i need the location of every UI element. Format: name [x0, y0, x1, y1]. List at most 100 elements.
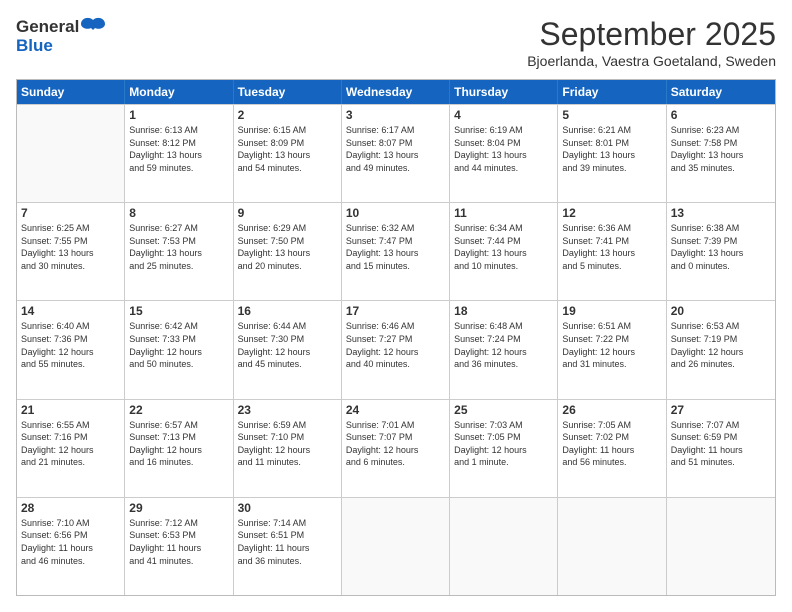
day-info: Sunrise: 6:48 AM Sunset: 7:24 PM Dayligh… — [454, 320, 553, 370]
day-info: Sunrise: 6:32 AM Sunset: 7:47 PM Dayligh… — [346, 222, 445, 272]
calendar-cell: 7Sunrise: 6:25 AM Sunset: 7:55 PM Daylig… — [17, 203, 125, 300]
day-info: Sunrise: 7:05 AM Sunset: 7:02 PM Dayligh… — [562, 419, 661, 469]
calendar-cell: 22 Sunrise: 6:57 AM Sunset: 7:13 PM Dayli… — [125, 400, 233, 497]
calendar-row: 1Sunrise: 6:13 AM Sunset: 8:12 PM Daylig… — [17, 104, 775, 202]
calendar-cell: 10 Sunrise: 6:32 AM Sunset: 7:47 PM Dayli… — [342, 203, 450, 300]
location: Bjoerlanda, Vaestra Goetaland, Sweden — [527, 53, 776, 69]
calendar: SundayMondayTuesdayWednesdayThursdayFrid… — [16, 79, 776, 596]
calendar-header-cell: Friday — [558, 80, 666, 104]
day-number: 11 — [454, 206, 553, 220]
logo-blue: Blue — [16, 36, 53, 56]
calendar-cell: 16Sunrise: 6:44 AM Sunset: 7:30 PM Dayli… — [234, 301, 342, 398]
day-number: 25 — [454, 403, 553, 417]
day-info: Sunrise: 6:46 AM Sunset: 7:27 PM Dayligh… — [346, 320, 445, 370]
day-info: Sunrise: 6:17 AM Sunset: 8:07 PM Dayligh… — [346, 124, 445, 174]
calendar-cell: 1Sunrise: 6:13 AM Sunset: 8:12 PM Daylig… — [125, 105, 233, 202]
header: General Blue September 2025 Bjoerlanda, … — [16, 16, 776, 69]
day-info: Sunrise: 6:38 AM Sunset: 7:39 PM Dayligh… — [671, 222, 771, 272]
calendar-cell: 24Sunrise: 7:01 AM Sunset: 7:07 PM Dayli… — [342, 400, 450, 497]
calendar-cell: 17Sunrise: 6:46 AM Sunset: 7:27 PM Dayli… — [342, 301, 450, 398]
day-info: Sunrise: 6:21 AM Sunset: 8:01 PM Dayligh… — [562, 124, 661, 174]
day-info: Sunrise: 6:57 AM Sunset: 7:13 PM Dayligh… — [129, 419, 228, 469]
calendar-row: 14 Sunrise: 6:40 AM Sunset: 7:36 PM Dayli… — [17, 300, 775, 398]
day-number: 19 — [562, 304, 661, 318]
day-info: Sunrise: 6:23 AM Sunset: 7:58 PM Dayligh… — [671, 124, 771, 174]
day-info: Sunrise: 6:36 AM Sunset: 7:41 PM Dayligh… — [562, 222, 661, 272]
day-number: 24 — [346, 403, 445, 417]
calendar-cell: 12Sunrise: 6:36 AM Sunset: 7:41 PM Dayli… — [558, 203, 666, 300]
calendar-cell: 18 Sunrise: 6:48 AM Sunset: 7:24 PM Dayli… — [450, 301, 558, 398]
calendar-cell — [558, 498, 666, 595]
calendar-cell: 11 Sunrise: 6:34 AM Sunset: 7:44 PM Dayli… — [450, 203, 558, 300]
calendar-cell: 23 Sunrise: 6:59 AM Sunset: 7:10 PM Dayli… — [234, 400, 342, 497]
day-number: 6 — [671, 108, 771, 122]
day-info: Sunrise: 7:14 AM Sunset: 6:51 PM Dayligh… — [238, 517, 337, 567]
day-number: 8 — [129, 206, 228, 220]
calendar-header-cell: Thursday — [450, 80, 558, 104]
calendar-cell: 21 Sunrise: 6:55 AM Sunset: 7:16 PM Dayli… — [17, 400, 125, 497]
day-info: Sunrise: 6:42 AM Sunset: 7:33 PM Dayligh… — [129, 320, 228, 370]
calendar-cell: 15Sunrise: 6:42 AM Sunset: 7:33 PM Dayli… — [125, 301, 233, 398]
day-number: 7 — [21, 206, 120, 220]
calendar-cell: 27 Sunrise: 7:07 AM Sunset: 6:59 PM Dayli… — [667, 400, 775, 497]
day-number: 23 — [238, 403, 337, 417]
day-info: Sunrise: 6:34 AM Sunset: 7:44 PM Dayligh… — [454, 222, 553, 272]
calendar-cell: 14 Sunrise: 6:40 AM Sunset: 7:36 PM Dayli… — [17, 301, 125, 398]
day-number: 20 — [671, 304, 771, 318]
calendar-header-cell: Monday — [125, 80, 233, 104]
calendar-header-cell: Wednesday — [342, 80, 450, 104]
day-info: Sunrise: 7:10 AM Sunset: 6:56 PM Dayligh… — [21, 517, 120, 567]
day-number: 14 — [21, 304, 120, 318]
day-info: Sunrise: 7:12 AM Sunset: 6:53 PM Dayligh… — [129, 517, 228, 567]
day-info: Sunrise: 6:59 AM Sunset: 7:10 PM Dayligh… — [238, 419, 337, 469]
calendar-cell: 25 Sunrise: 7:03 AM Sunset: 7:05 PM Dayli… — [450, 400, 558, 497]
calendar-row: 21 Sunrise: 6:55 AM Sunset: 7:16 PM Dayli… — [17, 399, 775, 497]
calendar-header: SundayMondayTuesdayWednesdayThursdayFrid… — [17, 80, 775, 104]
calendar-cell: 20 Sunrise: 6:53 AM Sunset: 7:19 PM Dayli… — [667, 301, 775, 398]
day-number: 10 — [346, 206, 445, 220]
calendar-cell: 8 Sunrise: 6:27 AM Sunset: 7:53 PM Daylig… — [125, 203, 233, 300]
day-info: Sunrise: 6:15 AM Sunset: 8:09 PM Dayligh… — [238, 124, 337, 174]
calendar-cell — [667, 498, 775, 595]
day-number: 1 — [129, 108, 228, 122]
calendar-cell: 30 Sunrise: 7:14 AM Sunset: 6:51 PM Dayli… — [234, 498, 342, 595]
day-info: Sunrise: 6:27 AM Sunset: 7:53 PM Dayligh… — [129, 222, 228, 272]
calendar-body: 1Sunrise: 6:13 AM Sunset: 8:12 PM Daylig… — [17, 104, 775, 595]
calendar-cell: 4Sunrise: 6:19 AM Sunset: 8:04 PM Daylig… — [450, 105, 558, 202]
day-info: Sunrise: 7:07 AM Sunset: 6:59 PM Dayligh… — [671, 419, 771, 469]
day-number: 29 — [129, 501, 228, 515]
day-number: 13 — [671, 206, 771, 220]
logo-bird-icon — [79, 16, 107, 38]
day-number: 28 — [21, 501, 120, 515]
day-info: Sunrise: 6:29 AM Sunset: 7:50 PM Dayligh… — [238, 222, 337, 272]
calendar-cell: 29 Sunrise: 7:12 AM Sunset: 6:53 PM Dayli… — [125, 498, 233, 595]
calendar-cell: 26 Sunrise: 7:05 AM Sunset: 7:02 PM Dayli… — [558, 400, 666, 497]
calendar-header-cell: Sunday — [17, 80, 125, 104]
calendar-cell: 13 Sunrise: 6:38 AM Sunset: 7:39 PM Dayli… — [667, 203, 775, 300]
day-number: 21 — [21, 403, 120, 417]
calendar-cell: 3Sunrise: 6:17 AM Sunset: 8:07 PM Daylig… — [342, 105, 450, 202]
day-number: 27 — [671, 403, 771, 417]
day-number: 16 — [238, 304, 337, 318]
calendar-row: 7Sunrise: 6:25 AM Sunset: 7:55 PM Daylig… — [17, 202, 775, 300]
day-number: 9 — [238, 206, 337, 220]
calendar-cell: 19 Sunrise: 6:51 AM Sunset: 7:22 PM Dayli… — [558, 301, 666, 398]
day-info: Sunrise: 6:40 AM Sunset: 7:36 PM Dayligh… — [21, 320, 120, 370]
calendar-cell: 5 Sunrise: 6:21 AM Sunset: 8:01 PM Daylig… — [558, 105, 666, 202]
day-info: Sunrise: 6:51 AM Sunset: 7:22 PM Dayligh… — [562, 320, 661, 370]
month-title: September 2025 — [527, 16, 776, 53]
calendar-cell: 28 Sunrise: 7:10 AM Sunset: 6:56 PM Dayli… — [17, 498, 125, 595]
logo: General Blue — [16, 16, 107, 56]
day-info: Sunrise: 6:55 AM Sunset: 7:16 PM Dayligh… — [21, 419, 120, 469]
day-info: Sunrise: 7:03 AM Sunset: 7:05 PM Dayligh… — [454, 419, 553, 469]
day-number: 18 — [454, 304, 553, 318]
day-number: 5 — [562, 108, 661, 122]
calendar-header-cell: Saturday — [667, 80, 775, 104]
day-number: 26 — [562, 403, 661, 417]
calendar-cell: 2Sunrise: 6:15 AM Sunset: 8:09 PM Daylig… — [234, 105, 342, 202]
day-number: 30 — [238, 501, 337, 515]
day-info: Sunrise: 6:53 AM Sunset: 7:19 PM Dayligh… — [671, 320, 771, 370]
day-info: Sunrise: 6:19 AM Sunset: 8:04 PM Dayligh… — [454, 124, 553, 174]
calendar-row: 28 Sunrise: 7:10 AM Sunset: 6:56 PM Dayli… — [17, 497, 775, 595]
day-number: 22 — [129, 403, 228, 417]
